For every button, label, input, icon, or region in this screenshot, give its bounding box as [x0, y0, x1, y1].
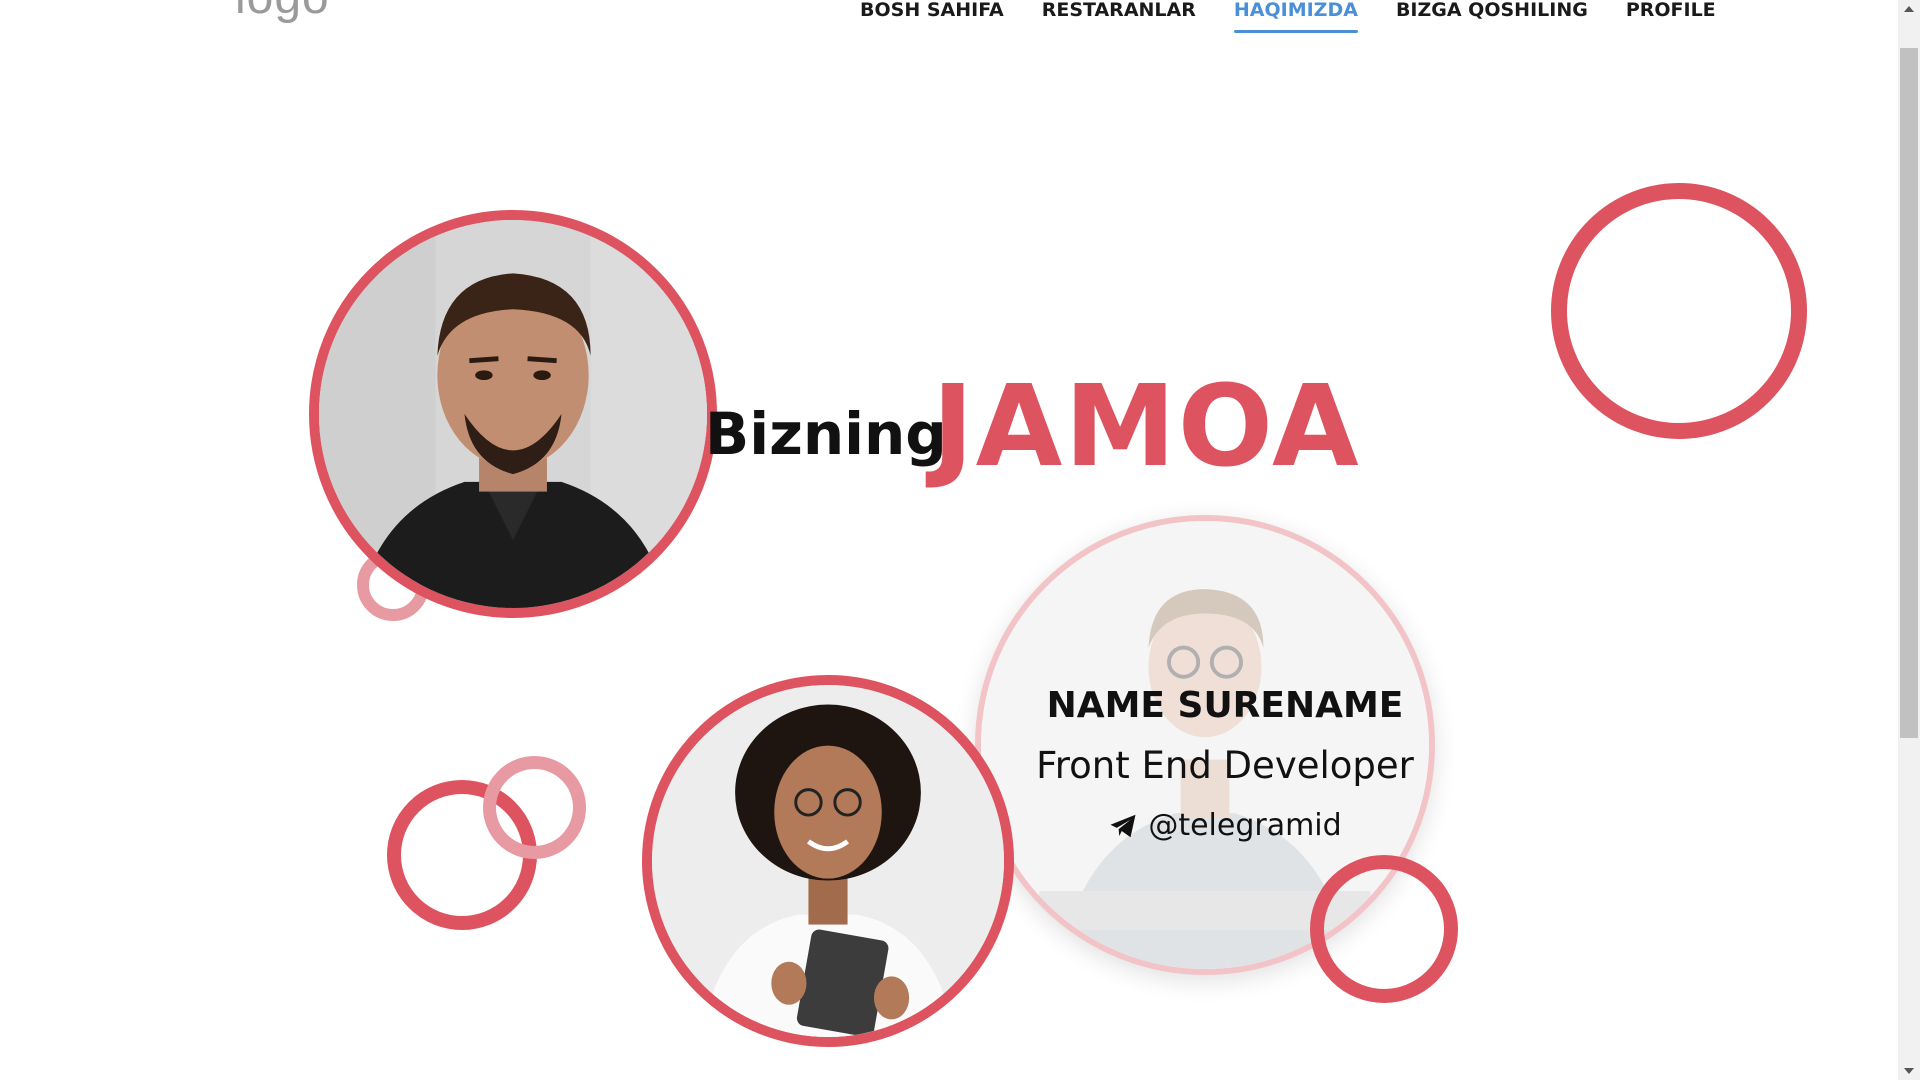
member-telegram[interactable]: @telegramid — [995, 796, 1455, 856]
main-nav: BOSH SAHIFA RESTARANLAR HAQIMIZDA BIZGA … — [860, 0, 1716, 33]
member-role: Front End Developer — [1036, 744, 1414, 787]
decor-ring-bottom — [1310, 855, 1458, 1003]
scroll-up-icon[interactable] — [1904, 6, 1914, 12]
team-photo-man[interactable] — [309, 210, 717, 618]
nav-profile[interactable]: PROFILE — [1626, 0, 1716, 33]
nav-bosh-sahifa[interactable]: BOSH SAHIFA — [860, 0, 1004, 33]
decor-ring-pink — [483, 756, 586, 859]
scrollbar-thumb[interactable] — [1900, 48, 1918, 738]
headline-jamoa: JAMOA — [932, 362, 1361, 492]
vertical-scrollbar[interactable] — [1898, 0, 1920, 1080]
woman-portrait-image — [652, 685, 1004, 1037]
headline-bizning: Bizning — [705, 400, 947, 468]
team-photo-woman[interactable] — [642, 675, 1014, 1047]
member-telegram-handle[interactable]: @telegramid — [1148, 796, 1341, 856]
nav-bizga-qoshiling[interactable]: BIZGA QOSHILING — [1396, 0, 1588, 33]
nav-haqimizda[interactable]: HAQIMIZDA — [1233, 0, 1358, 33]
scroll-down-icon[interactable] — [1904, 1068, 1914, 1074]
man-portrait-image — [319, 220, 707, 608]
site-logo[interactable]: logo — [235, 0, 330, 25]
member-info: NAME SURENAME Front End Developer @teleg… — [995, 680, 1455, 856]
member-name: NAME SURENAME — [1046, 685, 1404, 726]
page: logo BOSH SAHIFA RESTARANLAR HAQIMIZDA B… — [0, 0, 1898, 1080]
telegram-plane-icon — [1110, 814, 1136, 838]
nav-restaranlar[interactable]: RESTARANLAR — [1042, 0, 1196, 33]
decor-ring-large — [1551, 183, 1807, 439]
